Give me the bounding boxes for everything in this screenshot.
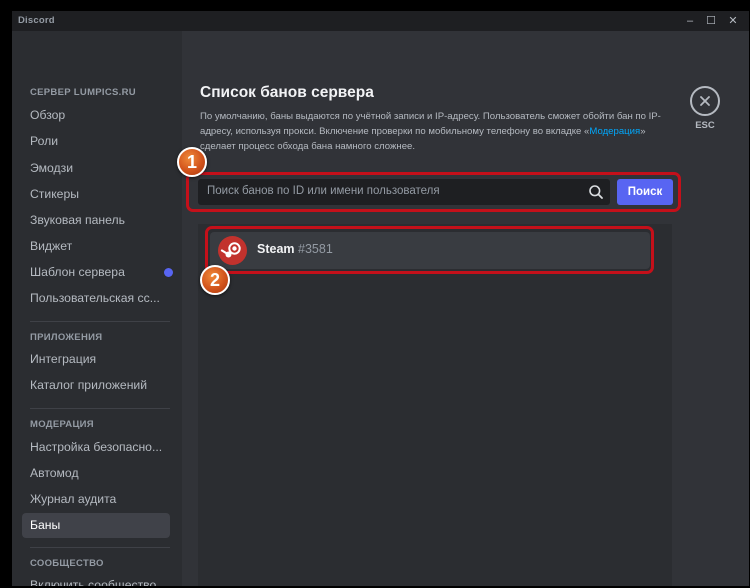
section-header-apps: ПРИЛОЖЕНИЯ: [30, 332, 103, 343]
moderation-link[interactable]: Модерация: [589, 126, 640, 137]
sidebar-item-integrations[interactable]: Интеграция: [22, 347, 170, 372]
close-icon: [700, 96, 710, 106]
sidebar-item-roles[interactable]: Роли: [22, 129, 170, 154]
bans-content: Список банов сервера По умолчанию, баны …: [177, 31, 749, 586]
section-header-server: СЕРВЕР LUMPICS.RU: [30, 87, 136, 98]
sidebar-item-soundboard[interactable]: Звуковая панель: [22, 208, 170, 233]
sidebar-divider: [30, 321, 170, 322]
sidebar-item-server-template[interactable]: Шаблон сервера: [22, 260, 173, 285]
close-settings-button[interactable]: [690, 86, 720, 116]
settings-sidebar: СЕРВЕР LUMPICS.RU Обзор Роли Эмодзи Стик…: [12, 31, 182, 586]
sidebar-item-safety-setup[interactable]: Настройка безопасно...: [22, 435, 170, 460]
sidebar-item-audit-log[interactable]: Журнал аудита: [22, 487, 170, 512]
sidebar-divider: [30, 408, 170, 409]
sidebar-item-widget[interactable]: Виджет: [22, 234, 170, 259]
section-header-community: СООБЩЕСТВО: [30, 558, 104, 569]
page-title: Список банов сервера: [200, 84, 374, 101]
search-input[interactable]: Поиск банов по ID или имени пользователя: [198, 179, 610, 205]
title-bar: Discord – ☐ ✕: [12, 11, 749, 31]
maximize-button[interactable]: ☐: [700, 11, 722, 31]
ban-list: [198, 224, 672, 586]
minimize-button[interactable]: –: [679, 11, 701, 31]
sidebar-item-app-directory[interactable]: Каталог приложений: [22, 373, 170, 398]
annotation-badge-2: 2: [200, 265, 230, 295]
new-badge-dot: [164, 268, 173, 277]
sidebar-item-emoji[interactable]: Эмодзи: [22, 156, 170, 181]
description-text: По умолчанию, баны выдаются по учётной з…: [200, 109, 665, 155]
search-placeholder: Поиск банов по ID или имени пользователя: [207, 185, 440, 197]
sidebar-item-overview[interactable]: Обзор: [22, 103, 170, 128]
sidebar-item-custom-invite[interactable]: Пользовательская сс...: [22, 286, 170, 311]
section-header-moderation: МОДЕРАЦИЯ: [30, 419, 94, 430]
discord-window: Discord – ☐ ✕ СЕРВЕР LUMPICS.RU Обзор Ро…: [12, 11, 749, 586]
sidebar-item-label: Шаблон сервера: [30, 265, 125, 279]
search-icon[interactable]: [588, 184, 604, 200]
app-title: Discord: [18, 15, 55, 26]
sidebar-item-automod[interactable]: Автомод: [22, 461, 170, 486]
ban-row-highlight-frame: [205, 226, 654, 274]
annotation-badge-1: 1: [177, 147, 207, 177]
search-button[interactable]: Поиск: [617, 179, 673, 205]
close-window-button[interactable]: ✕: [722, 11, 744, 31]
esc-label: ESC: [695, 120, 715, 131]
sidebar-item-stickers[interactable]: Стикеры: [22, 182, 170, 207]
sidebar-item-bans[interactable]: Баны: [22, 513, 170, 538]
sidebar-divider: [30, 547, 170, 548]
sidebar-item-enable-community[interactable]: Включить сообщество: [22, 573, 170, 586]
